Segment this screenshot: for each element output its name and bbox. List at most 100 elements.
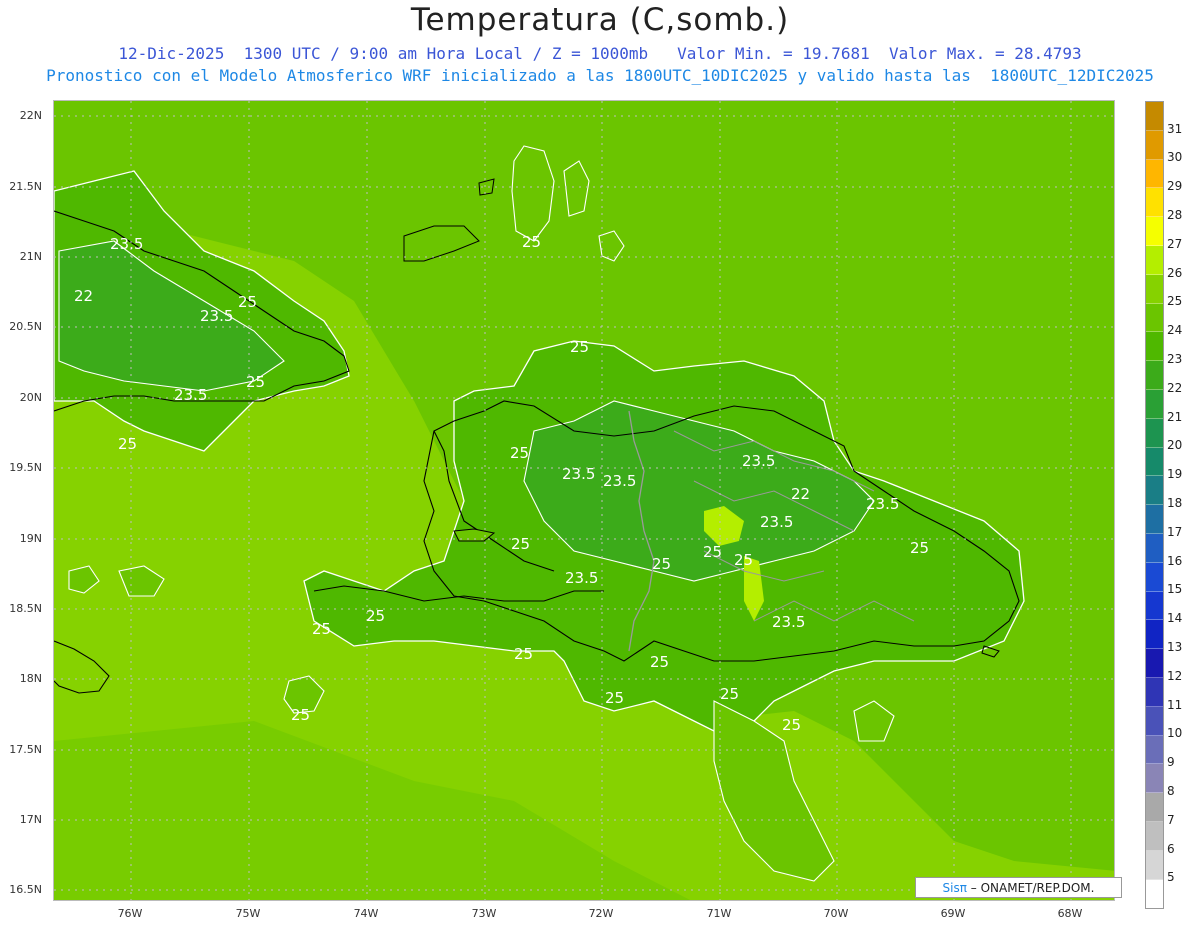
colorbar-swatch	[1146, 217, 1163, 246]
colorbar-swatch	[1146, 706, 1163, 736]
lon-label: 71W	[706, 907, 732, 920]
colorbar-label: 13	[1167, 640, 1183, 654]
lat-label: 21.5N	[9, 180, 42, 193]
lat-label: 17.5N	[9, 743, 42, 756]
colorbar-label: 31	[1167, 122, 1183, 136]
jamaica-coast	[54, 640, 110, 694]
colorbar-label: 30	[1167, 150, 1183, 164]
colorbar	[1145, 101, 1164, 910]
lat-label: 20.5N	[9, 320, 42, 333]
colorbar-label: 26	[1167, 266, 1183, 280]
colorbar-label: 27	[1167, 237, 1183, 251]
contour-label: 23.5	[772, 613, 805, 631]
colorbar-swatch	[1146, 102, 1163, 131]
colorbar-swatch	[1146, 332, 1163, 362]
contour-label: 23.5	[200, 307, 233, 325]
colorbar-swatch	[1146, 649, 1163, 678]
colorbar-swatch	[1146, 159, 1163, 189]
contour-label: 23.5	[174, 386, 207, 404]
colorbar-label: 9	[1167, 755, 1175, 769]
colorbar-swatch	[1146, 793, 1163, 822]
contour-label: 23.5	[760, 513, 793, 531]
colorbar-label: 20	[1167, 438, 1183, 452]
contour-label: 25	[238, 293, 257, 311]
lat-label: 16.5N	[9, 883, 42, 896]
model-info-line: Pronostico con el Modelo Atmosferico WRF…	[46, 66, 1154, 85]
contour-label: 25	[734, 551, 753, 569]
colorbar-swatch	[1146, 130, 1163, 160]
colorbar-label: 5	[1167, 870, 1175, 884]
lat-label: 19.5N	[9, 461, 42, 474]
colorbar-swatch	[1146, 562, 1163, 592]
colorbar-label: 19	[1167, 467, 1183, 481]
colorbar-swatch	[1146, 447, 1163, 477]
map-title: Temperatura (C,somb.)	[410, 2, 790, 38]
credit-text: – ONAMET/REP.DOM.	[966, 881, 1095, 895]
lon-label: 76W	[117, 907, 143, 920]
colorbar-label: 10	[1167, 726, 1183, 740]
colorbar-label: 7	[1167, 813, 1175, 827]
colorbar-label: 28	[1167, 208, 1183, 222]
small-island-w1	[68, 565, 100, 594]
contour-label: 25	[510, 444, 529, 462]
lat-label: 18N	[19, 672, 42, 685]
colorbar-label: 6	[1167, 842, 1175, 856]
colorbar-swatch	[1146, 476, 1163, 506]
colorbar-label: 12	[1167, 669, 1183, 683]
lat-label: 22N	[19, 109, 42, 122]
contour-label: 25	[366, 607, 385, 625]
colorbar-label: 8	[1167, 784, 1175, 798]
colorbar-swatch	[1146, 735, 1163, 765]
small-island-w2	[118, 565, 165, 597]
colorbar-label: 23	[1167, 352, 1183, 366]
contour-label: 25	[514, 645, 533, 663]
colorbar-swatch	[1146, 620, 1163, 650]
colorbar-label: 15	[1167, 582, 1183, 596]
lat-label: 18.5N	[9, 602, 42, 615]
colorbar-label: 21	[1167, 410, 1183, 424]
contour-label: 23.5	[565, 569, 598, 587]
contour-label: 23.5	[603, 472, 636, 490]
lat-label: 17N	[19, 813, 42, 826]
colorbar-swatch	[1146, 188, 1163, 218]
contour-label: 25	[522, 233, 541, 251]
colorbar-swatch	[1146, 850, 1163, 880]
lon-label: 70W	[823, 907, 849, 920]
colorbar-label: 24	[1167, 323, 1183, 337]
forecast-time-line: 12-Dic-2025 1300 UTC / 9:00 am Hora Loca…	[118, 44, 1082, 63]
contour-label: 25	[703, 543, 722, 561]
colorbar-label: 18	[1167, 496, 1183, 510]
lon-label: 72W	[588, 907, 614, 920]
contour-label: 23.5	[866, 495, 899, 513]
colorbar-swatch	[1146, 361, 1163, 390]
lat-label: 21N	[19, 250, 42, 263]
colorbar-label: 11	[1167, 698, 1183, 712]
contour-label: 25	[650, 653, 669, 671]
colorbar-swatch	[1146, 677, 1163, 707]
sispi-logo: Sisπ	[942, 881, 967, 895]
contour-label: 25	[605, 689, 624, 707]
contour-label: 23.5	[562, 465, 595, 483]
colorbar-swatch	[1146, 418, 1163, 448]
colorbar-label: 14	[1167, 611, 1183, 625]
temperature-map: 25 23.5 22 23.5 25 25 23.5 25 25 25 23.5…	[53, 100, 1115, 901]
colorbar-swatch	[1146, 505, 1163, 534]
south-sea-band	[54, 721, 691, 900]
contour-label: 22	[74, 287, 93, 305]
credit-box: Sisπ – ONAMET/REP.DOM.	[915, 877, 1122, 898]
lon-label: 74W	[353, 907, 379, 920]
colorbar-swatch	[1146, 533, 1163, 563]
contour-label: 25	[910, 539, 929, 557]
colorbar-label: 16	[1167, 554, 1183, 568]
colorbar-label: 29	[1167, 179, 1183, 193]
colorbar-swatch	[1146, 591, 1163, 621]
contour-label: 25	[570, 338, 589, 356]
colorbar-label: 25	[1167, 294, 1183, 308]
contour-label: 25	[312, 620, 331, 638]
lon-label: 75W	[235, 907, 261, 920]
colorbar-swatch	[1146, 764, 1163, 794]
contour-label: 25	[511, 535, 530, 553]
colorbar-swatch	[1146, 879, 1163, 909]
lon-label: 68W	[1057, 907, 1083, 920]
contour-label: 25	[652, 555, 671, 573]
